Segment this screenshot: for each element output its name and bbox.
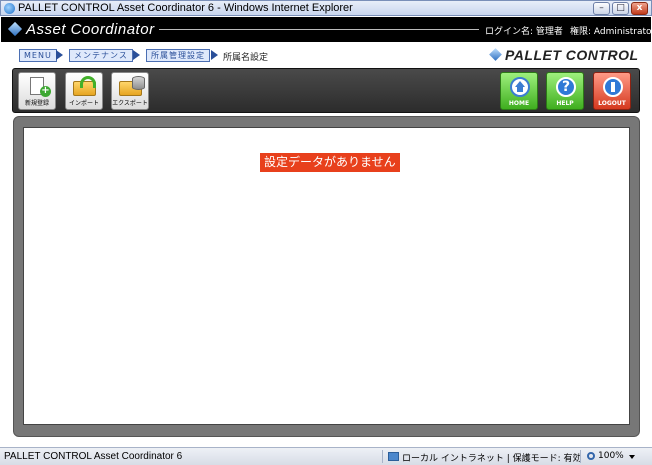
- breadcrumb-arrow-icon: [211, 50, 218, 60]
- plus-icon: +: [40, 85, 51, 97]
- home-button[interactable]: HOME: [500, 72, 538, 110]
- logout-button[interactable]: LOGOUT: [593, 72, 631, 110]
- zoom-dropdown-icon[interactable]: [629, 455, 635, 459]
- breadcrumb-maintenance[interactable]: メンテナンス: [69, 49, 133, 62]
- content-area: 設定データがありません: [23, 127, 630, 425]
- import-arrow-icon: [80, 76, 96, 88]
- intranet-zone-icon: [388, 452, 399, 461]
- header-divider: [159, 29, 479, 30]
- maximize-button[interactable]: □: [612, 2, 629, 15]
- user-role: 権限: Administrator: [570, 27, 652, 37]
- brand-diamond-icon: [489, 48, 502, 61]
- internet-explorer-icon: [4, 3, 15, 14]
- home-label: HOME: [508, 100, 530, 107]
- export-button[interactable]: エクスポート: [111, 72, 149, 110]
- status-separator: [382, 450, 383, 463]
- brand-name: PALLET CONTROL: [505, 47, 639, 63]
- breadcrumb-arrow-icon: [56, 50, 63, 60]
- no-data-message: 設定データがありません: [260, 153, 400, 172]
- breadcrumb-current: 所属名設定: [223, 53, 269, 63]
- zoom-level[interactable]: 100%: [598, 451, 624, 461]
- close-button[interactable]: x: [631, 2, 648, 15]
- database-icon: [132, 76, 145, 90]
- minimize-button[interactable]: –: [593, 2, 610, 15]
- status-bar: PALLET CONTROL Asset Coordinator 6 ローカル …: [0, 447, 652, 465]
- status-text: PALLET CONTROL Asset Coordinator 6: [4, 451, 183, 462]
- new-registration-button[interactable]: + 新規登録: [18, 72, 56, 110]
- window-title: PALLET CONTROL Asset Coordinator 6 - Win…: [18, 2, 353, 14]
- status-separator: [580, 450, 581, 463]
- content-panel: 設定データがありません: [13, 116, 640, 437]
- login-name: ログイン名: 管理者: [485, 27, 563, 37]
- breadcrumb: MENU メンテナンス 所属管理設定 所属名設定 PALLET CONTROL: [1, 42, 651, 68]
- logout-label: LOGOUT: [598, 100, 626, 107]
- security-zone[interactable]: ローカル イントラネット | 保護モード: 有効: [402, 451, 582, 464]
- toolbar: + 新規登録 インポート エクスポート HOME ? HELP LOGOUT: [12, 68, 640, 113]
- import-label: インポート: [68, 100, 99, 107]
- import-button[interactable]: インポート: [65, 72, 103, 110]
- help-icon: ?: [556, 77, 576, 97]
- breadcrumb-affiliation-settings[interactable]: 所属管理設定: [146, 49, 210, 62]
- window-titlebar: PALLET CONTROL Asset Coordinator 6 - Win…: [0, 0, 652, 16]
- zoom-icon: [587, 452, 595, 460]
- app-name: Asset Coordinator: [26, 21, 155, 38]
- breadcrumb-arrow-icon: [133, 50, 140, 60]
- app-logo-icon: [7, 21, 23, 37]
- help-label: HELP: [556, 100, 574, 107]
- logout-icon: [603, 77, 623, 97]
- home-icon: [510, 77, 530, 97]
- new-registration-label: 新規登録: [24, 100, 49, 107]
- app-header: Asset Coordinator ログイン名: 管理者 権限: Adminis…: [1, 17, 652, 42]
- help-button[interactable]: ? HELP: [546, 72, 584, 110]
- export-label: エクスポート: [112, 100, 148, 107]
- breadcrumb-menu[interactable]: MENU: [19, 49, 57, 62]
